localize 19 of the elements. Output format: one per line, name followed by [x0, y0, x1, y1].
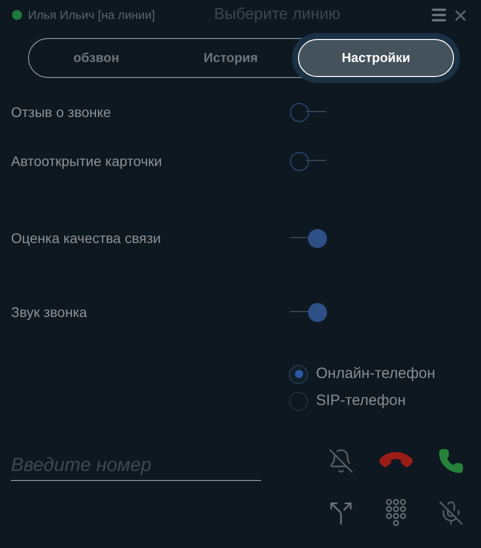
phone-icon[interactable] [438, 448, 464, 474]
setting-label: Оценка качества связи [11, 228, 162, 248]
split-arrows-icon[interactable] [328, 500, 354, 526]
tab[interactable]: История [164, 39, 298, 77]
toggle-switch[interactable] [290, 151, 328, 171]
toggle-switch[interactable] [290, 302, 328, 322]
setting-label: Отзыв о звонке [11, 102, 112, 122]
toggle-switch[interactable] [290, 228, 328, 248]
user-status: Илья Ильич [на линии] [28, 7, 156, 24]
bell-off-icon[interactable] [328, 448, 354, 474]
menu-icon[interactable] [430, 6, 448, 24]
setting-label: Звук звонка [11, 302, 88, 322]
mic-off-icon[interactable] [438, 500, 464, 526]
dialpad-icon[interactable] [384, 499, 406, 527]
setting-label: Автооткрытие карточки [11, 152, 163, 171]
radio-option[interactable]: Онлайн-телефон [289, 364, 481, 384]
radio-option[interactable]: SIP-телефон [289, 391, 481, 411]
tab[interactable]: обзвон [29, 39, 164, 77]
toggle-switch[interactable] [290, 102, 328, 122]
